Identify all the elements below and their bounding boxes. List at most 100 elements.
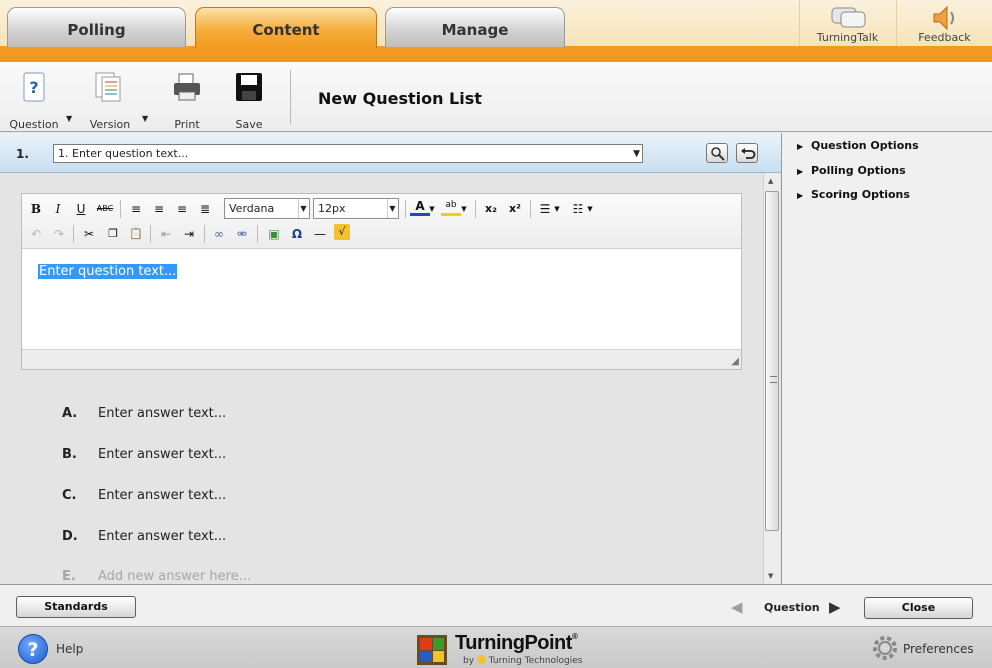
chevron-down-icon[interactable]: ▼ xyxy=(552,199,562,219)
font-family-value: Verdana xyxy=(229,202,275,215)
preferences-label[interactable]: Preferences xyxy=(903,642,974,656)
content-toolbar: ? Question ▼ Version ▼ Print Save New Qu… xyxy=(0,62,992,132)
cut-icon[interactable]: ✂ xyxy=(79,224,99,244)
toolbar-separator xyxy=(530,200,531,218)
chevron-down-icon[interactable]: ▼ xyxy=(585,199,595,219)
link-icon[interactable]: ∞ xyxy=(209,224,229,244)
chevron-down-icon[interactable]: ▼ xyxy=(427,199,437,219)
brand-name: TurningPoint® xyxy=(455,632,578,654)
toolbar-separator xyxy=(150,225,151,243)
version-button[interactable]: Version xyxy=(81,70,139,131)
question-dropdown-arrow[interactable]: ▼ xyxy=(66,114,72,123)
paste-icon[interactable]: 📋 xyxy=(126,224,146,244)
standards-button[interactable]: Standards xyxy=(16,596,136,618)
tab-accent-line xyxy=(0,46,992,62)
subscript-icon[interactable]: x₂ xyxy=(481,199,501,219)
resize-grip-icon[interactable]: ◢ xyxy=(731,356,739,367)
special-character-icon[interactable]: Ω xyxy=(287,224,307,244)
chevron-down-icon: ▼ xyxy=(633,149,640,159)
indent-icon[interactable]: ⇥ xyxy=(179,224,199,244)
question-button[interactable]: ? Question xyxy=(5,70,63,131)
help-label[interactable]: Help xyxy=(56,642,83,656)
undo-arrow-icon xyxy=(741,148,756,159)
chevron-down-icon[interactable]: ▼ xyxy=(459,199,469,219)
align-left-icon[interactable]: ≡ xyxy=(126,199,146,219)
tab-polling[interactable]: Polling xyxy=(7,7,186,47)
feedback-button[interactable]: Feedback xyxy=(896,0,992,46)
answer-letter: D. xyxy=(62,529,78,544)
editor-status-bar: ◢ xyxy=(22,349,741,369)
polling-options-label: Polling Options xyxy=(811,164,906,177)
rich-text-editor: B I U ABC ≡ ≡ ≡ ≣ Verdana ▼ 12px ▼ A ▼ a… xyxy=(21,193,742,370)
align-justify-icon[interactable]: ≣ xyxy=(195,199,215,219)
answer-row[interactable]: A. Enter answer text... xyxy=(62,406,226,421)
printer-icon xyxy=(174,73,200,101)
print-label: Print xyxy=(174,118,200,131)
superscript-icon[interactable]: x² xyxy=(505,199,525,219)
save-button[interactable]: Save xyxy=(220,70,278,131)
next-arrow-icon[interactable]: ▶ xyxy=(829,598,841,616)
align-center-icon[interactable]: ≡ xyxy=(149,199,169,219)
turning-technologies-icon xyxy=(476,655,486,664)
scroll-down-icon[interactable]: ▼ xyxy=(768,572,773,580)
question-select[interactable]: 1. Enter question text... ▼ xyxy=(53,144,643,163)
font-size-select[interactable]: 12px ▼ xyxy=(313,198,399,219)
highlight-color-icon[interactable]: ab xyxy=(441,198,461,216)
previous-arrow-icon[interactable]: ◀ xyxy=(731,598,743,616)
scrollbar-thumb[interactable] xyxy=(765,191,779,531)
feedback-label: Feedback xyxy=(918,31,971,44)
print-button[interactable]: Print xyxy=(158,70,216,131)
version-dropdown-arrow[interactable]: ▼ xyxy=(142,114,148,123)
add-answer-row[interactable]: E. Add new answer here... xyxy=(62,569,251,584)
answer-row[interactable]: D. Enter answer text... xyxy=(62,529,226,544)
expand-triangle-icon: ▶ xyxy=(797,167,804,176)
floppy-disk-icon xyxy=(236,73,262,101)
polling-options-toggle[interactable]: ▶ Polling Options xyxy=(797,164,906,177)
tab-content[interactable]: Content xyxy=(195,7,377,48)
answer-text[interactable]: Enter answer text... xyxy=(98,406,226,421)
add-answer-text[interactable]: Add new answer here... xyxy=(98,569,251,584)
undo-icon[interactable]: ↶ xyxy=(26,224,46,244)
question-number: 1. xyxy=(16,147,29,161)
question-options-toggle[interactable]: ▶ Question Options xyxy=(797,139,919,152)
turningtalk-icon xyxy=(831,7,865,28)
vertical-scrollbar[interactable]: ▲ ▼ xyxy=(763,173,780,584)
font-family-select[interactable]: Verdana ▼ xyxy=(224,198,310,219)
help-icon[interactable]: ? xyxy=(18,634,48,664)
answer-row[interactable]: C. Enter answer text... xyxy=(62,488,226,503)
close-button[interactable]: Close xyxy=(864,597,973,619)
turningtalk-button[interactable]: TurningTalk xyxy=(799,0,895,46)
answer-text[interactable]: Enter answer text... xyxy=(98,488,226,503)
scroll-up-icon[interactable]: ▲ xyxy=(768,177,773,185)
answer-text[interactable]: Enter answer text... xyxy=(98,529,226,544)
expand-triangle-icon: ▶ xyxy=(797,142,804,151)
strikethrough-icon[interactable]: ABC xyxy=(95,199,115,219)
gear-icon[interactable] xyxy=(871,634,899,662)
question-text[interactable]: Enter question text... xyxy=(38,264,178,279)
toolbar-separator xyxy=(475,200,476,218)
redo-icon[interactable]: ↷ xyxy=(49,224,69,244)
navigation-label: Question xyxy=(764,601,820,614)
image-icon[interactable]: ▣ xyxy=(264,224,284,244)
equation-icon[interactable]: √ xyxy=(334,224,350,240)
undo-button[interactable] xyxy=(736,143,758,163)
horizontal-rule-icon[interactable]: — xyxy=(310,224,330,244)
search-button[interactable] xyxy=(706,143,728,163)
question-label: Question xyxy=(9,118,59,131)
answer-text[interactable]: Enter answer text... xyxy=(98,447,226,462)
version-label: Version xyxy=(89,118,131,131)
align-right-icon[interactable]: ≡ xyxy=(172,199,192,219)
question-text-area[interactable]: Enter question text... xyxy=(22,249,741,349)
bold-icon[interactable]: B xyxy=(26,199,46,219)
underline-icon[interactable]: U xyxy=(71,199,91,219)
italic-icon[interactable]: I xyxy=(48,199,68,219)
turningpoint-logo-icon xyxy=(417,635,447,665)
scoring-options-toggle[interactable]: ▶ Scoring Options xyxy=(797,188,910,201)
answer-letter: B. xyxy=(62,447,77,462)
answer-row[interactable]: B. Enter answer text... xyxy=(62,447,226,462)
answer-letter: A. xyxy=(62,406,78,421)
copy-icon[interactable]: ❐ xyxy=(103,224,123,244)
outdent-icon[interactable]: ⇤ xyxy=(156,224,176,244)
tab-manage[interactable]: Manage xyxy=(385,7,565,47)
unlink-icon[interactable]: ⚮ xyxy=(232,224,252,244)
